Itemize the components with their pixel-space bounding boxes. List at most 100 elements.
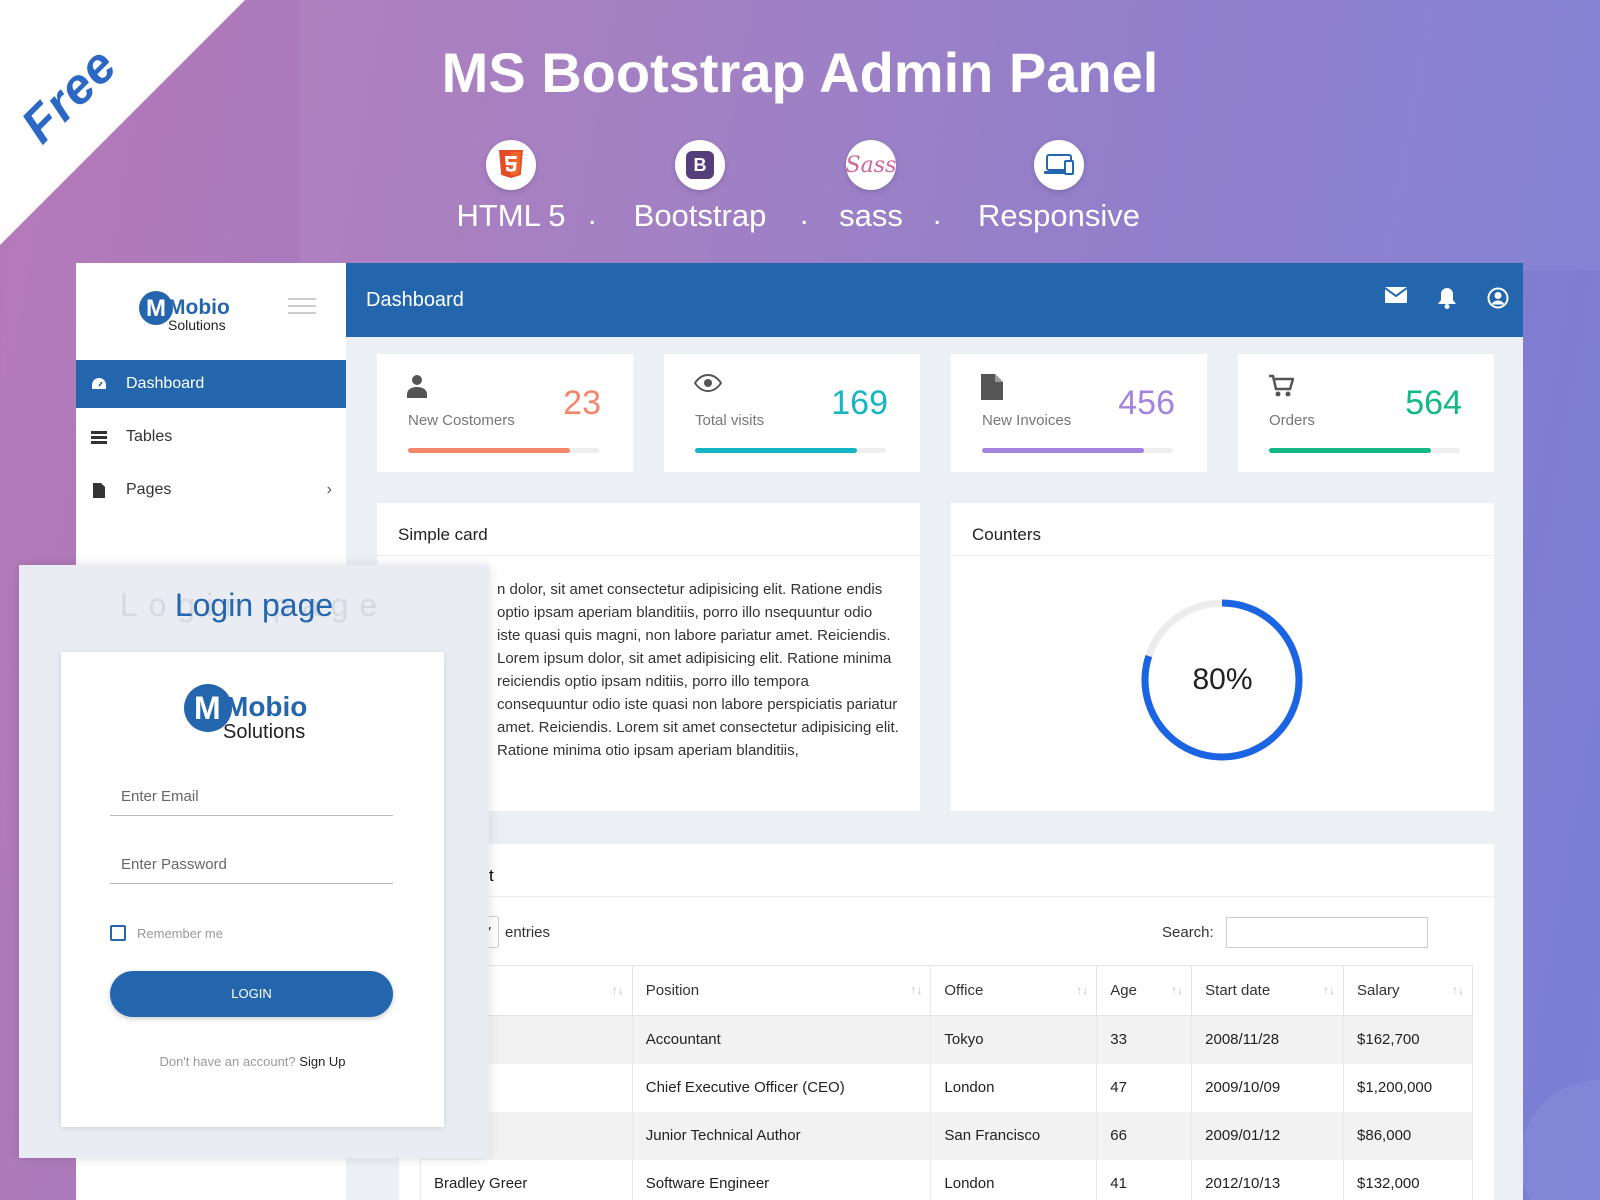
data-table: ↑↓ Position ↑↓ Office ↑↓ Age ↑↓ Start date ↑…	[420, 965, 1473, 1200]
stat-label: Total visits	[695, 412, 765, 429]
cell-age: 41	[1096, 1159, 1193, 1200]
stat-value: 456	[1118, 384, 1175, 422]
signup-link[interactable]: Sign Up	[299, 1054, 345, 1069]
column-header-salary[interactable]: Salary ↑↓	[1343, 965, 1473, 1016]
dashboard-icon	[90, 376, 108, 392]
datatable-card: t ▼ entries Search: ↑↓ Position↑↓ Office…	[399, 844, 1494, 1200]
svg-text:Solutions: Solutions	[223, 721, 305, 743]
cell-office: Tokyo	[930, 1015, 1098, 1064]
table-row: x Junior Technical Author San Francisco …	[420, 1111, 1473, 1160]
banner-title: MS Bootstrap Admin Panel	[441, 41, 1159, 104]
table-row: amos Chief Executive Officer (CEO) Londo…	[420, 1063, 1473, 1112]
mail-icon[interactable]	[1384, 287, 1408, 314]
column-header-office[interactable]: Office ↑↓	[930, 965, 1098, 1016]
svg-text:Solutions: Solutions	[168, 317, 226, 333]
file-icon	[90, 482, 108, 498]
sidebar-item-tables[interactable]: Tables	[76, 413, 346, 461]
tech-html5: HTML 5	[411, 140, 611, 234]
stat-value: 564	[1405, 384, 1462, 422]
separator-dot: .	[588, 198, 597, 231]
separator-dot: .	[933, 198, 942, 231]
login-page-preview: Login page Login page M Mobio Solutions …	[19, 565, 489, 1158]
sidebar-item-label: Pages	[126, 481, 172, 498]
responsive-devices-icon	[1034, 140, 1084, 190]
remember-label: Remember me	[137, 925, 223, 941]
html5-icon	[486, 140, 536, 190]
background-circle	[1520, 1080, 1600, 1200]
card-title: t	[399, 844, 1494, 897]
stat-value: 169	[831, 384, 888, 422]
eye-icon	[693, 373, 723, 397]
email-field[interactable]: Enter Email	[110, 778, 393, 816]
cell-office: London	[930, 1063, 1098, 1112]
sort-icon: ↑↓	[611, 983, 624, 997]
cell-name: Bradley Greer	[420, 1159, 633, 1200]
card-title: Counters	[951, 503, 1494, 556]
sort-icon: ↑↓	[910, 983, 923, 997]
cell-position: Software Engineer	[631, 1159, 932, 1200]
stat-card-customers: New Costomers 23	[377, 354, 633, 472]
sort-icon: ↑↓	[1076, 983, 1089, 997]
page-title: Dashboard	[366, 289, 464, 311]
sidebar-item-label: Tables	[126, 428, 173, 445]
cell-position: Accountant	[631, 1015, 932, 1064]
cell-start-date: 2009/10/09	[1191, 1063, 1345, 1112]
separator-dot: .	[800, 198, 809, 231]
counters-card: Counters 80%	[951, 503, 1494, 811]
tech-bootstrap: B Bootstrap	[600, 140, 800, 234]
stat-label: New Costomers	[408, 412, 515, 429]
stat-card-orders: Orders 564	[1238, 354, 1494, 472]
sidebar-logo: M Mobio Solutions	[76, 263, 346, 360]
menu-toggle-button[interactable]	[288, 293, 316, 319]
mobio-logo-icon: M Mobio Solutions	[184, 684, 307, 743]
sort-icon: ↑↓	[1171, 983, 1184, 997]
column-header-age[interactable]: Age ↑↓	[1096, 965, 1193, 1016]
stat-progress	[982, 448, 1173, 453]
stat-card-visits: Total visits 169	[664, 354, 920, 472]
bootstrap-icon: B	[675, 140, 725, 190]
password-field[interactable]: Enter Password	[110, 846, 393, 884]
stat-label: New Invoices	[982, 412, 1072, 429]
signup-prompt: Don't have an account? Sign Up	[159, 1054, 346, 1069]
sass-icon: Sass	[846, 140, 896, 190]
stat-progress	[1269, 448, 1460, 453]
cell-age: 66	[1096, 1111, 1193, 1160]
search-input[interactable]	[1226, 917, 1428, 948]
cell-salary: $1,200,000	[1343, 1063, 1473, 1112]
search-label: Search:	[1162, 924, 1214, 941]
tech-label: Responsive	[978, 198, 1140, 233]
stat-card-invoices: New Invoices 456	[951, 354, 1207, 472]
cell-start-date: 2008/11/28	[1191, 1015, 1345, 1064]
sidebar-item-pages[interactable]: Pages ›	[76, 466, 346, 514]
login-button[interactable]: LOGIN	[110, 971, 393, 1017]
cell-position: Junior Technical Author	[631, 1111, 932, 1160]
bell-icon[interactable]	[1437, 287, 1457, 314]
stat-progress	[408, 448, 599, 453]
stat-value: 23	[563, 384, 601, 422]
cell-salary: $132,000	[1343, 1159, 1473, 1200]
chevron-right-icon: ›	[326, 481, 332, 498]
cell-age: 33	[1096, 1015, 1193, 1064]
sort-icon: ↑↓	[1452, 983, 1464, 997]
entries-label: entries	[505, 924, 551, 941]
table-row: Accountant Tokyo 33 2008/11/28 $162,700	[420, 1015, 1473, 1064]
remember-me[interactable]: Remember me	[110, 925, 223, 941]
column-header-start-date[interactable]: Start date ↑↓	[1191, 965, 1345, 1016]
tech-responsive: Responsive	[954, 140, 1164, 234]
column-header-position[interactable]: Position ↑↓	[631, 965, 932, 1016]
remember-checkbox[interactable]	[110, 925, 126, 941]
cell-start-date: 2012/10/13	[1191, 1159, 1345, 1200]
user-circle-icon[interactable]	[1487, 287, 1509, 314]
ring-label: 80%	[1192, 663, 1253, 696]
svg-text:Mobio: Mobio	[168, 296, 230, 319]
sidebar-item-label: Dashboard	[126, 375, 205, 392]
mobio-logo-icon: M Mobio Solutions	[139, 290, 230, 333]
stat-progress	[695, 448, 886, 453]
top-navbar: Dashboard	[346, 263, 1523, 337]
user-icon	[407, 374, 427, 403]
cell-salary: $86,000	[1343, 1111, 1473, 1160]
login-title: Login page	[174, 587, 334, 623]
cell-start-date: 2009/01/12	[1191, 1111, 1345, 1160]
tech-label: HTML 5	[456, 198, 566, 233]
sidebar-item-dashboard[interactable]: Dashboard	[76, 360, 346, 408]
